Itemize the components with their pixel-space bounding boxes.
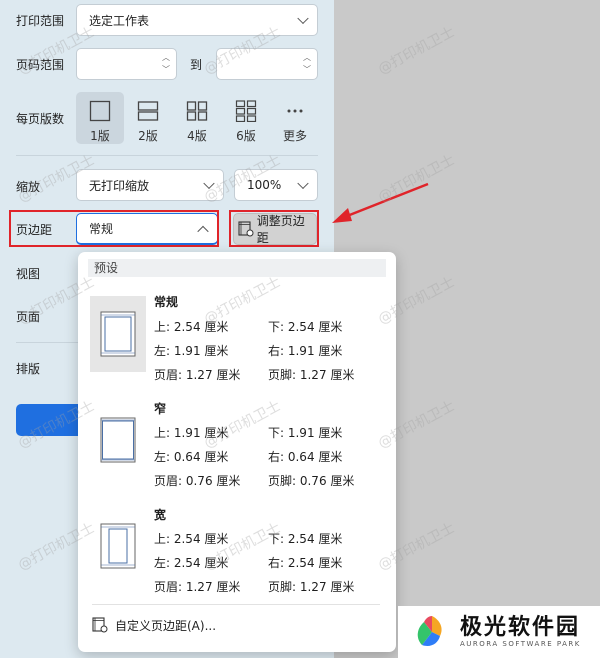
spin-down-icon[interactable]: ﹀ xyxy=(303,66,311,74)
custom-margins-label: 自定义页边距(A)... xyxy=(115,618,217,633)
four-page-icon xyxy=(186,101,208,121)
spin-up-icon[interactable]: ︿ xyxy=(162,54,170,62)
presets-header: 预设 xyxy=(88,259,386,277)
layout-4-button[interactable]: 4版 xyxy=(173,92,221,144)
popup-divider xyxy=(92,604,380,605)
margin-option-wide[interactable] xyxy=(90,508,146,584)
brand-subtitle: AURORA SOFTWARE PARK xyxy=(460,640,581,648)
layout-more-label: 更多 xyxy=(282,129,307,143)
arrange-label: 排版 xyxy=(16,362,41,376)
print-range-select[interactable]: 选定工作表 xyxy=(76,4,318,36)
margin-footer-value: 页脚: 1.27 厘米 xyxy=(268,368,355,382)
pages-per-sheet-label: 每页版数 xyxy=(16,112,65,126)
layout-1-button[interactable]: 1版 xyxy=(76,92,124,144)
margin-bottom-value: 下: 2.54 厘米 xyxy=(268,320,343,334)
margin-top-value: 上: 2.54 厘米 xyxy=(154,320,229,334)
narrow-margin-page-icon xyxy=(100,417,136,463)
spin-up-icon[interactable]: ︿ xyxy=(303,54,311,62)
page-range-to-label: 到 xyxy=(190,58,203,72)
chevron-down-icon xyxy=(203,177,215,190)
page-range-label: 页码范围 xyxy=(16,58,65,72)
single-page-icon xyxy=(89,100,111,122)
brand-badge: 极光软件园 AURORA SOFTWARE PARK xyxy=(398,606,600,658)
option-title: 窄 xyxy=(154,402,167,416)
highlight-box-margins xyxy=(9,210,219,247)
margin-footer-value: 页脚: 0.76 厘米 xyxy=(268,474,355,488)
margin-right-value: 右: 0.64 厘米 xyxy=(268,450,343,464)
option-title: 宽 xyxy=(154,508,167,522)
margin-right-value: 右: 1.91 厘米 xyxy=(268,344,343,358)
margin-bottom-value: 下: 1.91 厘米 xyxy=(268,426,343,440)
custom-margins-item[interactable]: 自定义页边距(A)... xyxy=(92,614,292,636)
print-range-value: 选定工作表 xyxy=(89,13,150,28)
chevron-down-icon xyxy=(297,12,309,25)
margins-presets-popup: 预设 常规 上: 2.54 厘米 下: 2.54 厘米 左: 1.91 厘米 右… xyxy=(78,252,396,652)
wide-margin-page-icon xyxy=(100,523,136,569)
more-dots-icon xyxy=(287,109,303,113)
layout-4-label: 4版 xyxy=(187,129,207,143)
layout-2-label: 2版 xyxy=(138,129,158,143)
layout-6-label: 6版 xyxy=(236,129,256,143)
option-title: 常规 xyxy=(154,295,179,309)
layout-6-button[interactable]: 6版 xyxy=(222,92,270,144)
margin-right-value: 右: 2.54 厘米 xyxy=(268,556,343,570)
spin-down-icon[interactable]: ﹀ xyxy=(162,66,170,74)
six-page-icon xyxy=(235,100,257,122)
section-divider xyxy=(16,155,318,156)
watermark: @打印机卫士 xyxy=(375,24,458,78)
margin-left-value: 左: 1.91 厘米 xyxy=(154,344,229,358)
section-divider xyxy=(16,342,78,343)
page-label: 页面 xyxy=(16,310,41,324)
highlight-box-adjust xyxy=(229,210,319,247)
view-label: 视图 xyxy=(16,267,41,281)
zoom-value: 100% xyxy=(247,178,282,192)
margin-option-narrow[interactable] xyxy=(90,402,146,478)
print-range-label: 打印范围 xyxy=(16,14,65,28)
margin-header-value: 页眉: 1.27 厘米 xyxy=(154,580,241,594)
page-range-to-input[interactable]: ︿ ﹀ xyxy=(216,48,318,80)
margin-header-value: 页眉: 1.27 厘米 xyxy=(154,368,241,382)
scale-label: 缩放 xyxy=(16,180,41,194)
scale-select[interactable]: 无打印缩放 xyxy=(76,169,224,201)
margin-top-value: 上: 1.91 厘米 xyxy=(154,426,229,440)
layout-more-button[interactable]: 更多 xyxy=(271,92,319,144)
normal-margin-page-icon xyxy=(100,311,136,357)
brand-name: 极光软件园 xyxy=(460,615,581,640)
margin-left-value: 左: 0.64 厘米 xyxy=(154,450,229,464)
margin-footer-value: 页脚: 1.27 厘米 xyxy=(268,580,355,594)
scale-value: 无打印缩放 xyxy=(89,178,150,193)
page-range-from-input[interactable]: ︿ ﹀ xyxy=(76,48,177,80)
annotation-arrow xyxy=(332,182,429,223)
layout-1-label: 1版 xyxy=(90,129,110,143)
two-page-icon xyxy=(137,101,159,121)
margin-left-value: 左: 2.54 厘米 xyxy=(154,556,229,570)
margin-bottom-value: 下: 2.54 厘米 xyxy=(268,532,343,546)
margin-top-value: 上: 2.54 厘米 xyxy=(154,532,229,546)
layout-2-button[interactable]: 2版 xyxy=(124,92,172,144)
margin-option-normal[interactable] xyxy=(90,296,146,372)
chevron-down-icon xyxy=(297,177,309,190)
zoom-select[interactable]: 100% xyxy=(234,169,318,201)
custom-margins-icon xyxy=(92,617,108,633)
margin-header-value: 页眉: 0.76 厘米 xyxy=(154,474,241,488)
aurora-logo-icon xyxy=(417,616,442,646)
